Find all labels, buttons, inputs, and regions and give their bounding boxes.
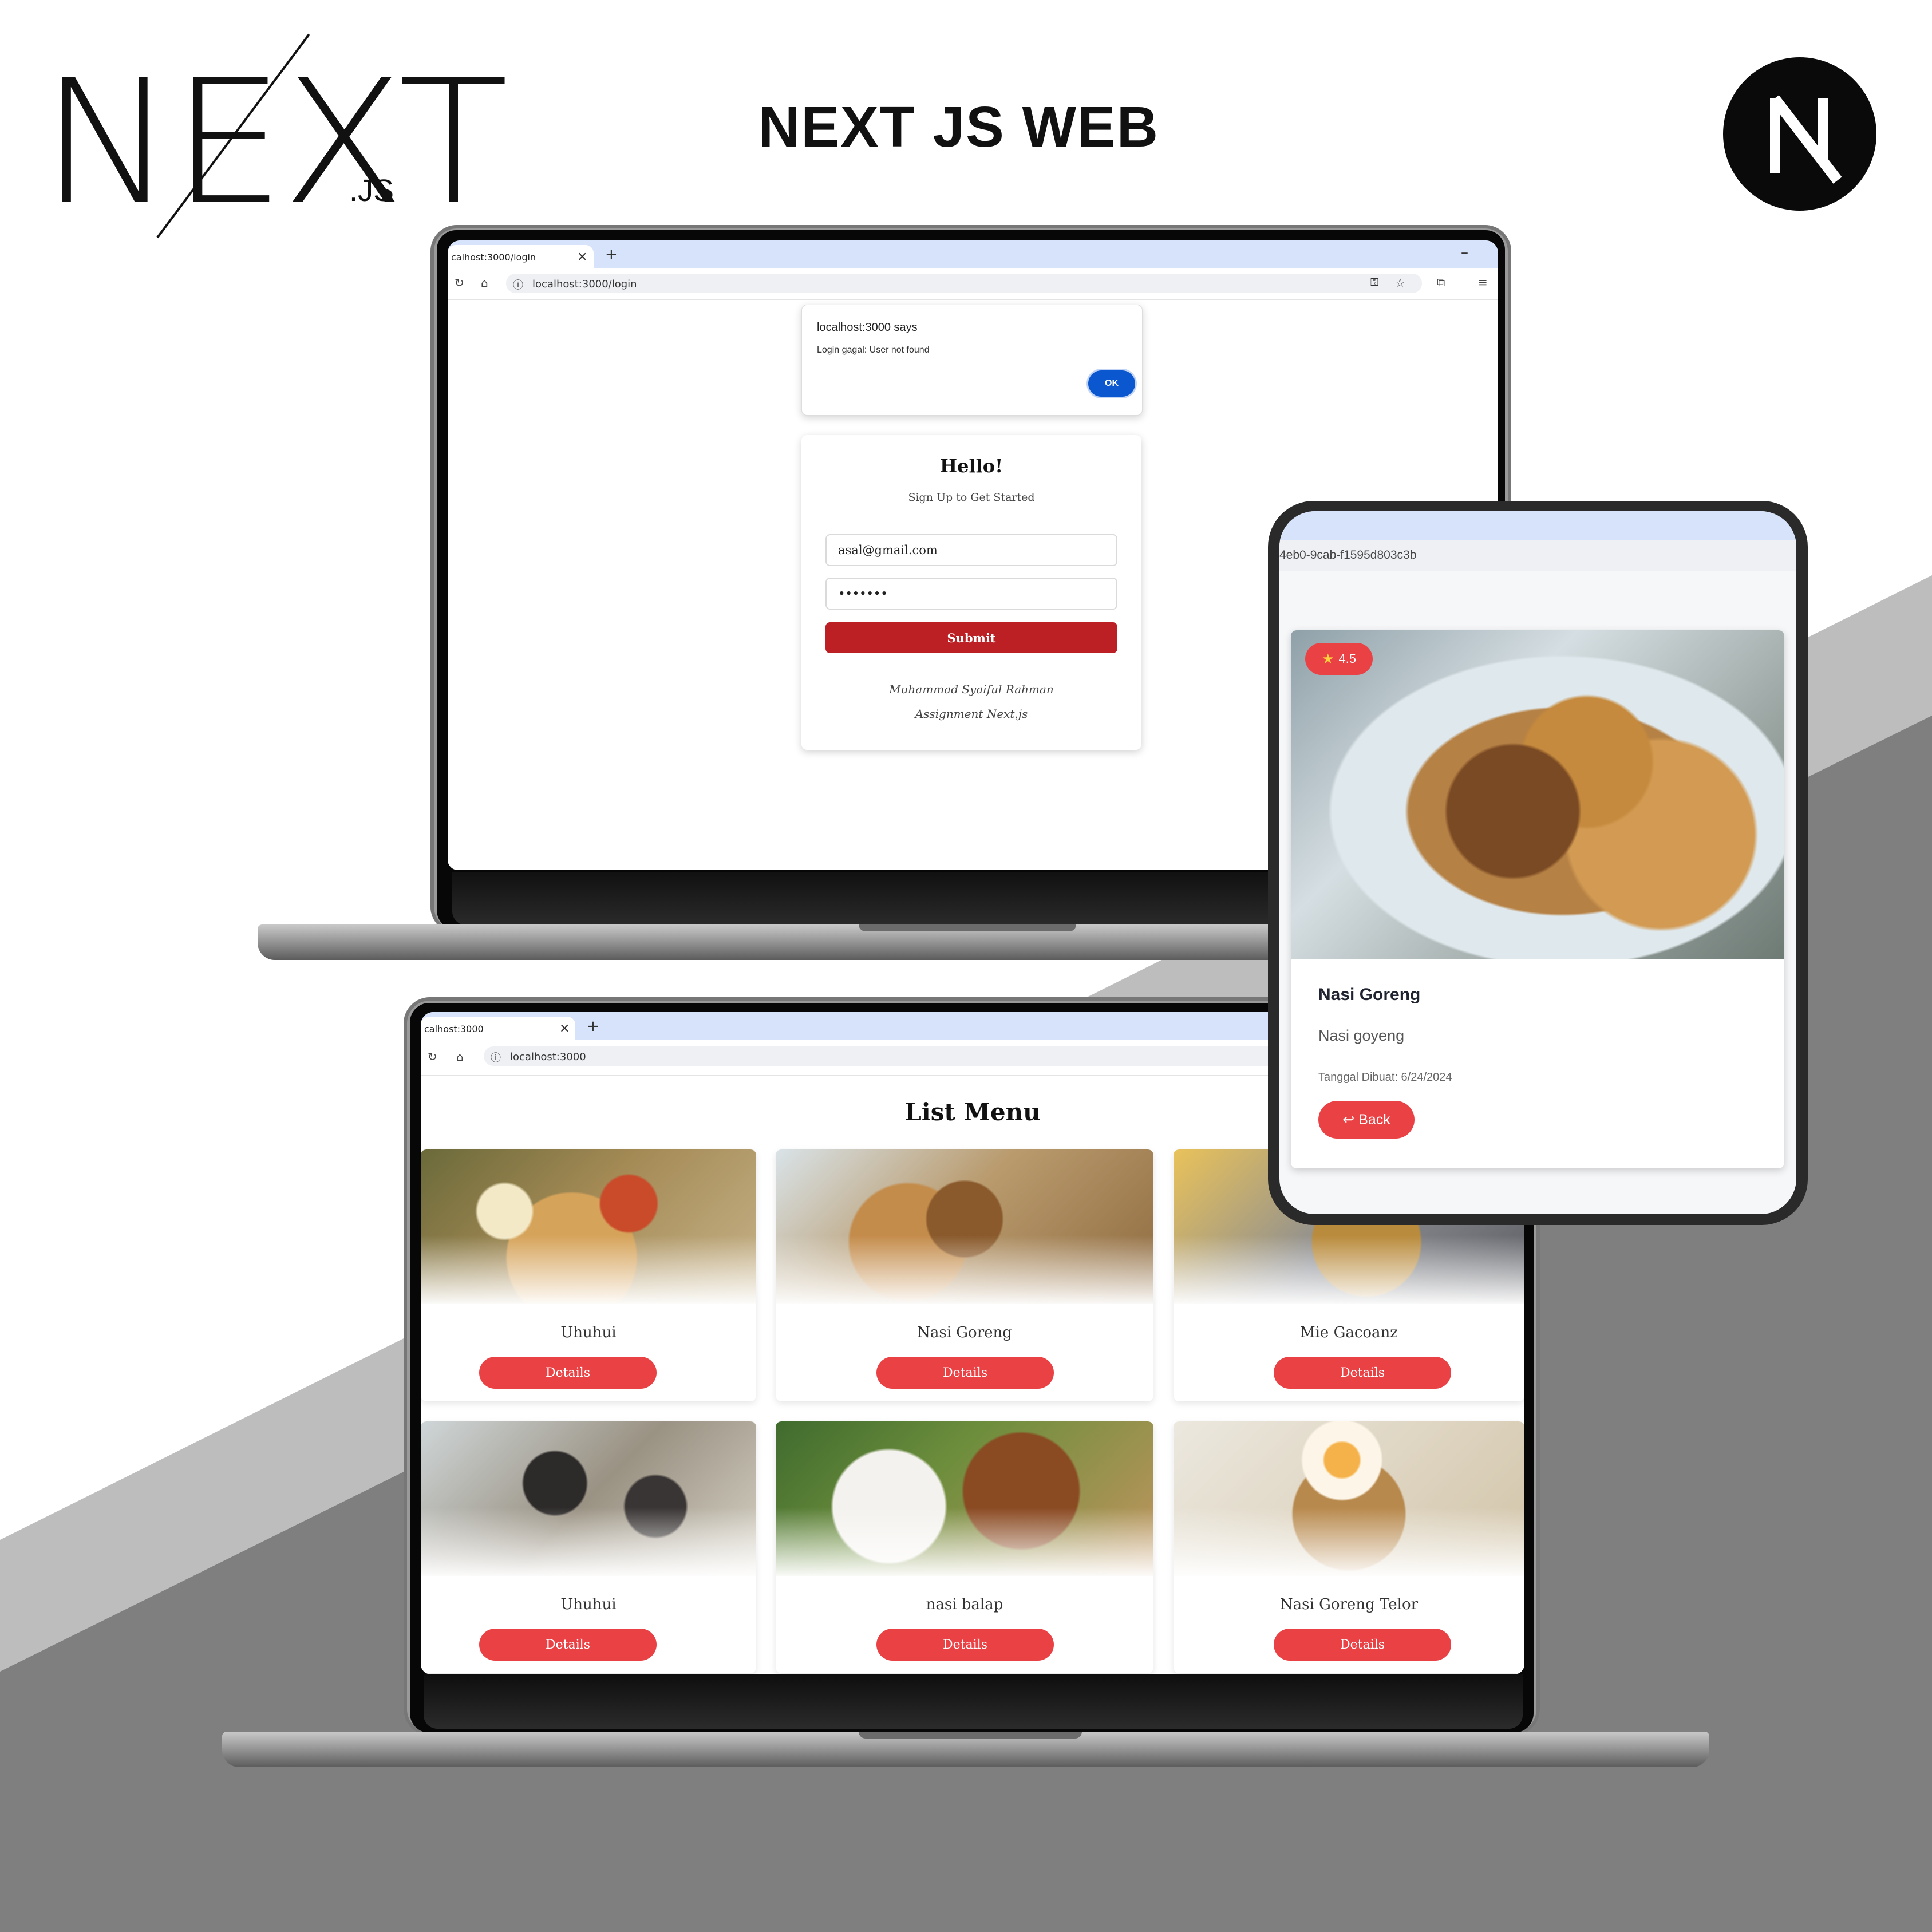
menu-card-title: Nasi Goreng [917, 1324, 1012, 1341]
dialog-ok-button[interactable]: OK [1088, 370, 1135, 397]
menu-card-title: Uhuhui [560, 1596, 617, 1613]
menu-card: nasi balap Details [776, 1421, 1153, 1673]
laptop-bottom-notch [859, 1732, 1082, 1739]
dish-title: Nasi Goreng [1318, 985, 1421, 1004]
menu-card: Nasi Goreng Telor Details [1174, 1421, 1524, 1673]
new-tab-icon[interactable]: + [587, 1018, 599, 1035]
rating-badge: ★ 4.5 [1305, 643, 1373, 675]
submit-button[interactable]: Submit [825, 622, 1117, 653]
image-fade [1174, 1507, 1524, 1579]
tab-login[interactable]: calhost:3000/login × [448, 245, 594, 268]
menu-card-title: Uhuhui [560, 1324, 617, 1341]
site-info-icon[interactable]: ⓘ [491, 1050, 501, 1065]
home-icon[interactable]: ⌂ [481, 277, 488, 289]
tab-close-icon[interactable]: × [577, 250, 587, 264]
home-icon[interactable]: ⌂ [456, 1051, 464, 1062]
browser-toolbar: ↻ ⌂ ⓘ localhost:3000/login ⚿ ☆ ⧉ ≡ [448, 268, 1498, 300]
address-url: 4eb0-9cab-f1595d803c3b [1279, 548, 1417, 562]
dish-description: Nasi goyeng [1318, 1027, 1405, 1044]
menu-card-title: Nasi Goreng Telor [1279, 1596, 1419, 1613]
details-button[interactable]: Details [876, 1629, 1054, 1661]
back-button[interactable]: ↩ Back [1318, 1101, 1415, 1139]
detail-browser-window: 4eb0-9cab-f1595d803c3b ★ 4.5 Nasi Goreng… [1279, 511, 1796, 1214]
reload-icon[interactable]: ↻ [455, 277, 464, 289]
assignment-note: Assignment Next.js [915, 707, 1028, 721]
dialog-title: localhost:3000 says [817, 321, 918, 334]
star-icon: ★ [1321, 651, 1334, 667]
tab-close-icon[interactable]: × [559, 1021, 570, 1036]
created-date: Tanggal Dibuat: 6/24/2024 [1318, 1071, 1452, 1084]
password-field[interactable]: ••••••• [825, 578, 1117, 610]
tab-title: calhost:3000 [424, 1024, 484, 1034]
menu-card-title: nasi balap [926, 1596, 1003, 1613]
image-fade [776, 1235, 1153, 1307]
minimize-icon[interactable]: – [1461, 244, 1468, 261]
details-button[interactable]: Details [1274, 1629, 1451, 1661]
reading-list-icon[interactable]: ≡ [1478, 276, 1488, 288]
image-fade [776, 1507, 1153, 1579]
logo-suffix-text: .JS [349, 173, 394, 208]
image-fade [421, 1507, 756, 1579]
extensions-icon[interactable]: ⧉ [1437, 276, 1445, 288]
rating-value: 4.5 [1338, 651, 1357, 666]
image-fade [1174, 1235, 1524, 1307]
details-button[interactable]: Details [1274, 1357, 1451, 1389]
tab-title: calhost:3000/login [451, 252, 536, 263]
address-url: localhost:3000 [510, 1051, 586, 1063]
site-info-icon[interactable]: ⓘ [513, 277, 523, 292]
detail-card: ★ 4.5 Nasi Goreng Nasi goyeng Tanggal Di… [1291, 630, 1784, 1168]
menu-card: Uhuhui Details [421, 1421, 756, 1673]
address-bar[interactable]: ⓘ localhost:3000/login ⚿ ☆ [506, 274, 1422, 293]
bookmark-star-icon[interactable]: ☆ [1395, 276, 1405, 290]
laptop-bottom-keyboard-reflection [424, 1674, 1523, 1729]
image-fade [421, 1235, 756, 1307]
new-tab-icon[interactable]: + [605, 246, 618, 263]
menu-card: Uhuhui Details [421, 1149, 756, 1401]
nextjs-badge-icon [1723, 57, 1876, 211]
details-button[interactable]: Details [479, 1629, 657, 1661]
alert-dialog: localhost:3000 says Login gagal: User no… [801, 305, 1143, 416]
reload-icon[interactable]: ↻ [428, 1051, 437, 1062]
login-card: Hello! Sign Up to Get Started asal@gmail… [801, 435, 1141, 750]
tab-strip [1279, 511, 1796, 540]
dish-image [1291, 630, 1784, 959]
key-icon[interactable]: ⚿ [1370, 276, 1378, 289]
laptop-top-notch [859, 924, 1076, 931]
tab-menu[interactable]: calhost:3000 × [421, 1017, 575, 1040]
login-heading: Hello! [939, 455, 1003, 477]
email-field[interactable]: asal@gmail.com [825, 534, 1117, 566]
tab-strip: calhost:3000/login × + – [448, 240, 1498, 268]
nextjs-logo: NEXT .JS [34, 23, 508, 246]
address-bar[interactable]: 4eb0-9cab-f1595d803c3b [1279, 540, 1796, 571]
menu-card-title: Mie Gacoanz [1299, 1324, 1398, 1341]
dialog-message: Login gagal: User not found [817, 345, 930, 355]
login-subheading: Sign Up to Get Started [908, 491, 1035, 504]
address-url: localhost:3000/login [532, 278, 637, 290]
author-name: Muhammad Syaiful Rahman [889, 682, 1054, 696]
details-button[interactable]: Details [479, 1357, 657, 1389]
details-button[interactable]: Details [876, 1357, 1054, 1389]
page-title: NEXT JS WEB [758, 95, 1159, 159]
menu-card: Nasi Goreng Details [776, 1149, 1153, 1401]
